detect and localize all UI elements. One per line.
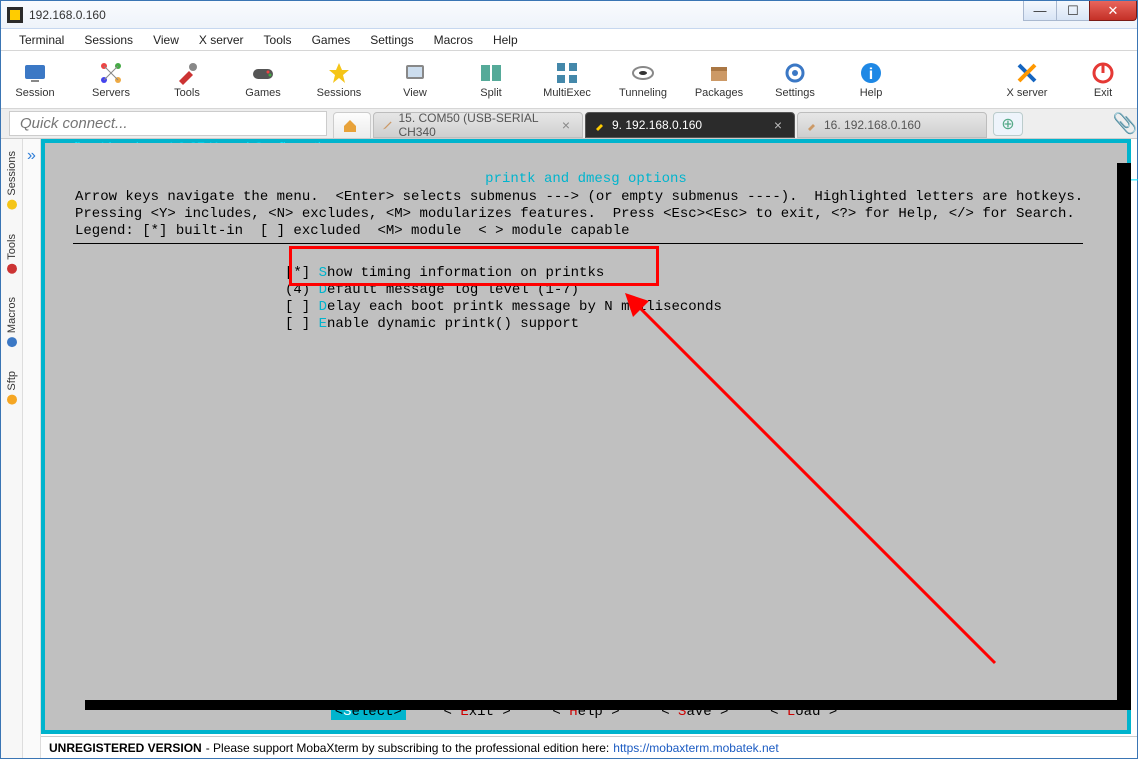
monitor-icon (23, 61, 47, 85)
wrench-icon (594, 119, 606, 131)
tabs: 15. COM50 (USB-SERIAL CH340× 9. 192.168.… (331, 109, 1113, 138)
menu-item[interactable]: [*] Show timing information on printks (285, 265, 1097, 282)
sidebar-sessions[interactable]: Sessions (4, 139, 20, 222)
star-icon (327, 61, 351, 85)
toolbar-games[interactable]: Games (239, 61, 287, 99)
menu-macros[interactable]: Macros (424, 30, 483, 50)
menu-help[interactable]: Help (483, 30, 528, 50)
menu-item[interactable]: [ ] Enable dynamic printk() support (285, 316, 1097, 333)
toolbar-packages[interactable]: Packages (695, 61, 743, 99)
annotation-arrow (625, 293, 1005, 673)
tools-icon (175, 61, 199, 85)
sidebar-macros[interactable]: Macros (4, 285, 20, 359)
multiexec-icon (555, 61, 579, 85)
view-icon (403, 61, 427, 85)
footer: UNREGISTERED VERSION - Please support Mo… (41, 736, 1137, 758)
pencil-icon (382, 119, 392, 131)
toolbar: Session Servers Tools Games Sessions Vie… (1, 51, 1137, 109)
toolbar-servers[interactable]: Servers (87, 61, 135, 99)
gear-icon (783, 61, 807, 85)
toolbar-multiexec[interactable]: MultiExec (543, 61, 591, 99)
toolbar-session[interactable]: Session (11, 61, 59, 99)
svg-text:i: i (869, 66, 873, 83)
close-icon[interactable]: × (562, 117, 570, 133)
shadow-bottom (85, 700, 1131, 710)
quick-connect-input[interactable] (9, 111, 327, 136)
power-icon (1091, 61, 1115, 85)
menu-tools[interactable]: Tools (254, 30, 302, 50)
menu-games[interactable]: Games (302, 30, 361, 50)
footer-link[interactable]: https://mobaxterm.mobatek.net (613, 741, 778, 755)
titlebar: 192.168.0.160 — ☐ ✕ (1, 1, 1137, 29)
split-icon (479, 61, 503, 85)
divider (73, 243, 1083, 244)
new-tab-button[interactable]: ⊕ (993, 112, 1023, 136)
toolbar-view[interactable]: View (391, 61, 439, 99)
menu-xserver[interactable]: X server (189, 30, 254, 50)
instructions: Arrow keys navigate the menu. <Enter> se… (45, 187, 1127, 246)
menu-sessions[interactable]: Sessions (74, 30, 143, 50)
expand-sidebar-button[interactable]: » (23, 139, 41, 758)
window-title: 192.168.0.160 (29, 8, 1024, 22)
toolbar-help[interactable]: iHelp (847, 61, 895, 99)
home-icon (342, 118, 358, 134)
menu-view[interactable]: View (143, 30, 189, 50)
terminal[interactable]: .config - Linux/arm 4.9.37 Kernel Config… (41, 139, 1137, 758)
menu-item[interactable]: [ ] Delay each boot printk message by N … (285, 299, 1097, 316)
gamepad-icon (251, 61, 275, 85)
minimize-button[interactable]: — (1023, 1, 1057, 21)
package-icon (707, 61, 731, 85)
x-icon (1015, 61, 1039, 85)
sidebar: Sessions Tools Macros Sftp (1, 139, 23, 758)
page-title: printk and dmesg options (45, 171, 1127, 187)
toolbar-exit[interactable]: Exit (1079, 61, 1127, 99)
sidebar-tools[interactable]: Tools (4, 222, 20, 286)
shadow-right (1117, 163, 1131, 710)
menubar: Terminal Sessions View X server Tools Ga… (1, 29, 1137, 51)
toolbar-sessions[interactable]: Sessions (315, 61, 363, 99)
menu-item[interactable]: (4) Default message log level (1-7) (285, 282, 1097, 299)
toolbar-tunneling[interactable]: Tunneling (619, 61, 667, 99)
menu-settings[interactable]: Settings (360, 30, 423, 50)
wrench-icon (806, 119, 818, 131)
menu-terminal[interactable]: Terminal (9, 30, 74, 50)
close-button[interactable]: ✕ (1089, 1, 1137, 21)
sidebar-sftp[interactable]: Sftp (4, 359, 20, 417)
tunnel-icon (631, 61, 655, 85)
toolbar-tools[interactable]: Tools (163, 61, 211, 99)
app-icon (7, 7, 23, 23)
toolbar-xserver[interactable]: X server (1003, 61, 1051, 99)
toolbar-settings[interactable]: Settings (771, 61, 819, 99)
help-icon: i (859, 61, 883, 85)
paperclip-icon[interactable]: 📎 (1113, 109, 1137, 138)
close-icon[interactable]: × (774, 117, 782, 133)
servers-icon (99, 61, 123, 85)
menu-items: [*] Show timing information on printks (… (75, 265, 1097, 333)
toolbar-split[interactable]: Split (467, 61, 515, 99)
maximize-button[interactable]: ☐ (1056, 1, 1090, 21)
